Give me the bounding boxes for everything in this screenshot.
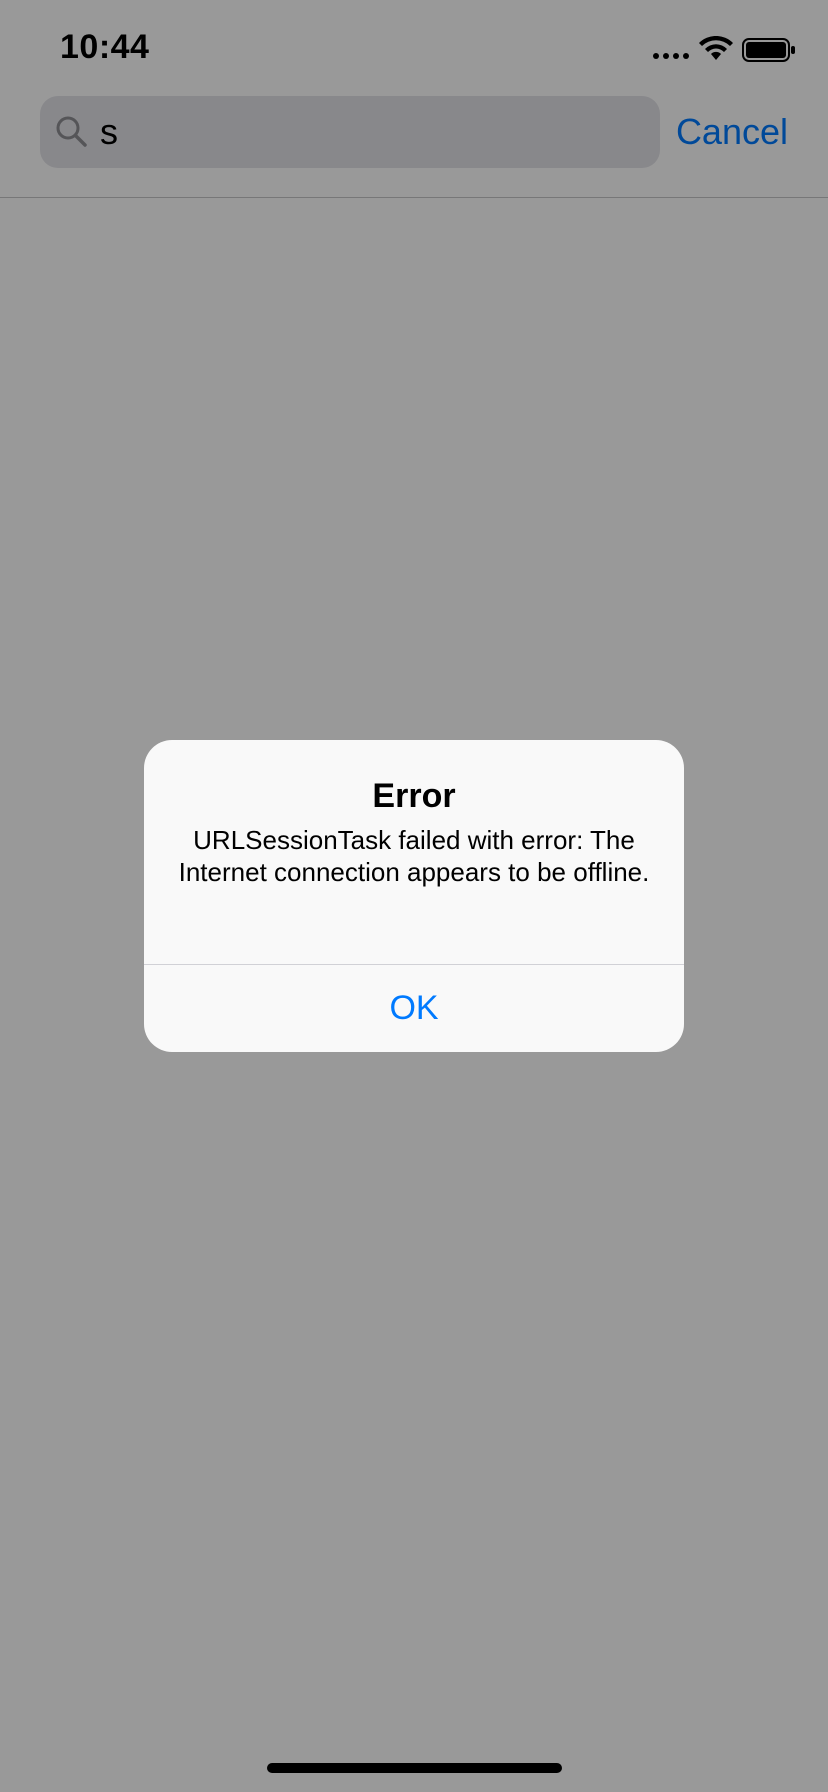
error-alert: Error URLSessionTask failed with error: … <box>144 740 684 1052</box>
alert-message: URLSessionTask failed with error: The In… <box>178 825 650 887</box>
alert-title: Error <box>372 777 456 815</box>
ok-button[interactable]: OK <box>144 965 684 1052</box>
